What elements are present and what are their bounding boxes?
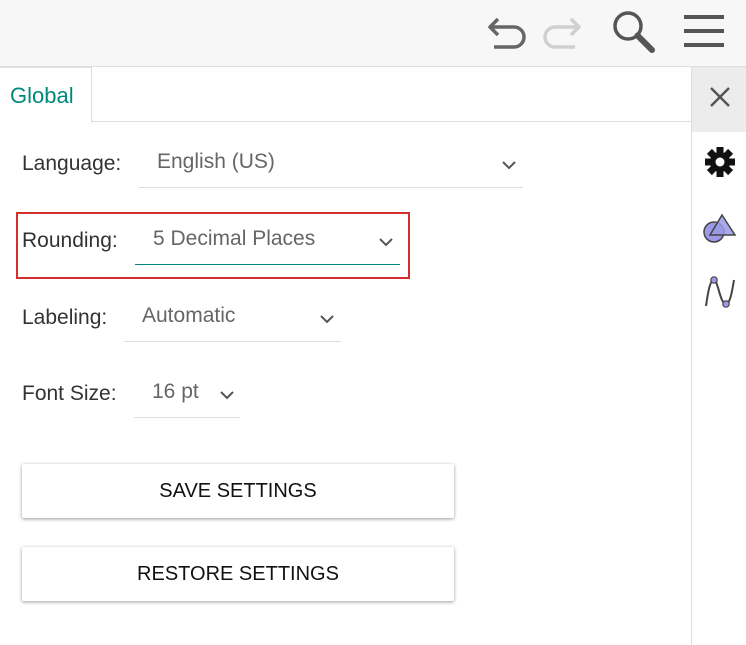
labeling-label: Labeling: — [22, 306, 108, 329]
chevron-down-icon — [378, 234, 394, 252]
chevron-down-icon — [319, 311, 335, 329]
algebra-curve-icon — [702, 274, 738, 315]
language-value: English (US) — [157, 150, 275, 173]
labeling-select[interactable]: Automatic — [124, 296, 341, 342]
close-button[interactable] — [692, 67, 746, 132]
settings-view-button[interactable] — [698, 142, 742, 186]
chevron-down-icon — [501, 157, 517, 175]
graphics-shapes-icon — [702, 211, 738, 250]
undo-icon — [484, 11, 530, 51]
undo-button[interactable] — [482, 6, 532, 56]
search-button[interactable] — [608, 6, 658, 56]
chevron-down-icon — [219, 387, 235, 405]
rounding-value: 5 Decimal Places — [153, 227, 316, 250]
font-size-select[interactable]: 16 pt — [134, 372, 240, 418]
graphics-view-button[interactable] — [698, 208, 742, 252]
font-size-label: Font Size: — [22, 382, 117, 405]
redo-icon — [539, 11, 585, 51]
tab-global-label: Global — [10, 83, 74, 108]
language-select[interactable]: English (US) — [139, 142, 523, 188]
search-icon — [609, 7, 657, 55]
save-settings-button[interactable]: SAVE SETTINGS — [22, 464, 454, 518]
algebra-view-button[interactable] — [698, 272, 742, 316]
gear-icon — [704, 146, 736, 183]
labeling-value: Automatic — [142, 304, 236, 327]
rounding-label: Rounding: — [22, 229, 118, 252]
top-toolbar — [0, 0, 746, 67]
rounding-select[interactable]: 5 Decimal Places — [135, 219, 400, 265]
tab-global[interactable]: Global — [0, 67, 92, 123]
side-panel — [691, 67, 746, 645]
language-label: Language: — [22, 152, 122, 175]
menu-icon — [682, 11, 726, 51]
close-icon — [708, 85, 732, 114]
settings-tab-bar: Global — [0, 67, 692, 123]
restore-settings-button[interactable]: RESTORE SETTINGS — [22, 547, 454, 601]
menu-button[interactable] — [679, 6, 729, 56]
font-size-value: 16 pt — [152, 380, 199, 403]
redo-button[interactable] — [537, 6, 587, 56]
